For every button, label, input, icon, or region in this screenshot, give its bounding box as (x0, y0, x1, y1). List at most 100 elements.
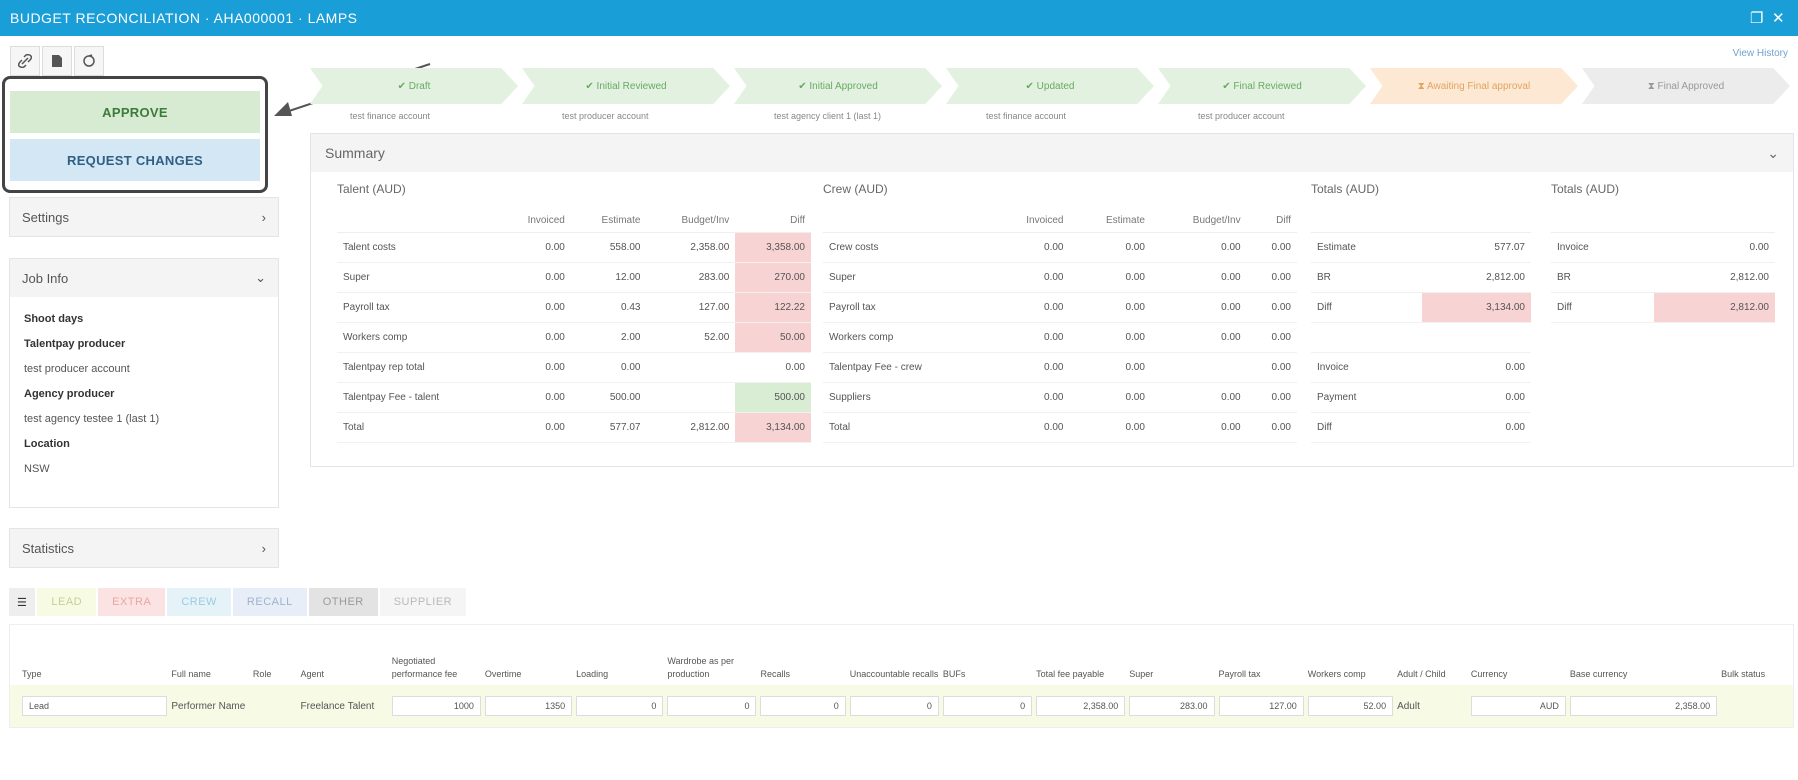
row-cell-payroll: 127.00 (1218, 696, 1308, 716)
workflow-step-label: ⧗ Awaiting Final approval (1417, 80, 1531, 92)
row-value: 0.00 (990, 382, 1070, 413)
row-cell-recalls: 0 (760, 696, 849, 716)
workflow-step-user: test finance account (986, 111, 1067, 121)
row-label: Invoice (1311, 352, 1422, 383)
row-value: 0.00 (1150, 412, 1247, 443)
summary-row: Total 0.00 577.07 2,812.00 3,134.00 (337, 412, 811, 443)
summary-row: Talentpay Fee - talent 0.00 500.00 500.00 (337, 382, 811, 413)
column-header-blank (823, 208, 991, 233)
tab-supplier[interactable]: SUPPLIER (379, 588, 467, 616)
input-recalls[interactable]: 0 (760, 696, 846, 716)
row-value: 0.00 (1150, 262, 1247, 293)
window-titlebar: BUDGET RECONCILIATION · AHA000001 · LAMP… (0, 0, 1798, 36)
column-header: Full name (171, 669, 211, 679)
row-label: Workers comp (823, 322, 991, 353)
row-label: Talent costs (337, 232, 498, 263)
input-overtime[interactable]: 1350 (484, 696, 573, 716)
input-loading[interactable]: 0 (576, 696, 664, 716)
row-label: Super (823, 262, 991, 293)
input-unaccountable[interactable]: 0 (849, 696, 939, 716)
row-label: Talentpay Fee - talent (337, 382, 498, 413)
row-value: 0.43 (570, 292, 647, 323)
input-currency[interactable]: AUD (1470, 696, 1566, 716)
toolbar (10, 46, 104, 76)
input-super[interactable]: 283.00 (1129, 696, 1215, 716)
column-header: Agent (300, 669, 325, 679)
input-base[interactable]: 2,358.00 (1569, 696, 1718, 716)
row-cell-type: Lead (22, 696, 171, 716)
workflow-step-user: test finance account (350, 111, 431, 121)
totals-summary-left: Totals (AUD) Estimate 577.07 BR 2,812.00 Diff… (1311, 182, 1531, 443)
input-fee[interactable]: 1000 (391, 696, 481, 716)
column-header: Type (22, 669, 42, 679)
statistics-title: Statistics (22, 540, 75, 556)
summary-panel: Summary ⌄ Talent (AUD) Invoiced Estimate Bud… (310, 133, 1794, 467)
input-wardrobe[interactable]: 0 (667, 696, 757, 716)
column-header: Overtime (484, 669, 522, 679)
summary-row: Super 0.00 0.00 0.00 0.00 (823, 262, 1297, 293)
row-label: Diff (1311, 292, 1422, 323)
workflow-step-label: ✔ Draft (397, 80, 431, 92)
grid-header: Type Full name Role Agent Negotiated perform… (10, 625, 1793, 685)
table-row[interactable]: Lead Performer Name Freelance Talent 1000 13… (10, 685, 1793, 727)
summary-row: Payroll tax 0.00 0.00 0.00 0.00 (823, 292, 1297, 323)
row-cell-currency: AUD (1470, 696, 1570, 716)
summary-row (1311, 322, 1531, 353)
row-cell-overtime: 1350 (484, 696, 576, 716)
row-value: 0.00 (1246, 412, 1297, 443)
chevron-down-icon[interactable]: ⌄ (255, 270, 266, 286)
settings-panel[interactable]: Settings › (9, 197, 279, 237)
restore-icon[interactable]: ❐ (1750, 9, 1763, 27)
row-value: 0.00 (1246, 382, 1297, 413)
row-value: 577.07 (1421, 232, 1531, 263)
row-cell-super: 283.00 (1129, 696, 1218, 716)
list-icon[interactable]: ☰ (9, 588, 36, 616)
input-type[interactable]: Lead (22, 696, 168, 716)
tab-recall[interactable]: RECALL (232, 588, 307, 616)
row-value: 558.00 (570, 232, 647, 263)
row-value (646, 382, 736, 413)
column-header: Wardrobe as per production (667, 656, 735, 679)
input-payroll[interactable]: 127.00 (1218, 696, 1304, 716)
link-icon[interactable] (10, 46, 40, 76)
document-icon[interactable] (42, 46, 72, 76)
input-total[interactable]: 2,358.00 (1036, 696, 1126, 716)
row-value: 2,812.00 (1654, 262, 1775, 293)
row-value: 0.00 (497, 382, 571, 413)
row-value: 0.00 (1069, 412, 1151, 443)
row-label: Suppliers (823, 382, 991, 413)
input-bufs[interactable]: 0 (942, 696, 1033, 716)
chevron-right-icon: › (261, 209, 266, 225)
row-cell-fee: 1000 (391, 696, 485, 716)
column-header: Adult / Child (1397, 669, 1446, 679)
row-label: Payroll tax (823, 292, 991, 323)
row-value: 0.00 (1421, 382, 1531, 413)
workflow-steps: ✔ Draft ✔ Initial Reviewed ✔ Initial Appro… (310, 68, 1790, 104)
approve-button[interactable]: APPROVE (10, 91, 260, 133)
tab-extra[interactable]: EXTRA (98, 588, 166, 616)
refresh-icon[interactable] (74, 46, 104, 76)
statistics-panel[interactable]: Statistics › (9, 528, 279, 568)
window-title: BUDGET RECONCILIATION · AHA000001 · LAMP… (10, 10, 358, 26)
request-changes-button[interactable]: REQUEST CHANGES (10, 139, 260, 181)
row-value: 283.00 (646, 262, 736, 293)
column-header: Bulk status (1721, 669, 1766, 679)
close-icon[interactable]: ✕ (1772, 9, 1785, 27)
row-label: BR (1551, 262, 1655, 293)
group-title: Crew (AUD) (823, 182, 888, 196)
row-cell-wardrobe: 0 (667, 696, 760, 716)
tab-crew[interactable]: CREW (167, 588, 231, 616)
talent-summary: Talent (AUD) Invoiced Estimate Budget/Inv Di… (337, 182, 811, 443)
chevron-down-icon[interactable]: ⌄ (1767, 145, 1779, 162)
row-cell-unaccountable: 0 (849, 696, 943, 716)
view-history-link[interactable]: View History (1733, 48, 1788, 59)
workflow-step-label: ✔ Initial Reviewed (585, 80, 667, 92)
row-value: 0.00 (1069, 352, 1151, 383)
summary-row: Estimate 577.07 (1311, 232, 1531, 263)
tab-other[interactable]: OTHER (308, 588, 378, 616)
input-workers[interactable]: 52.00 (1307, 696, 1394, 716)
job-info-line: Location (24, 438, 70, 450)
group-title: Talent (AUD) (337, 182, 406, 196)
workflow-step-label: ✔ Initial Approved (798, 80, 878, 92)
tab-lead[interactable]: LEAD (37, 588, 97, 616)
